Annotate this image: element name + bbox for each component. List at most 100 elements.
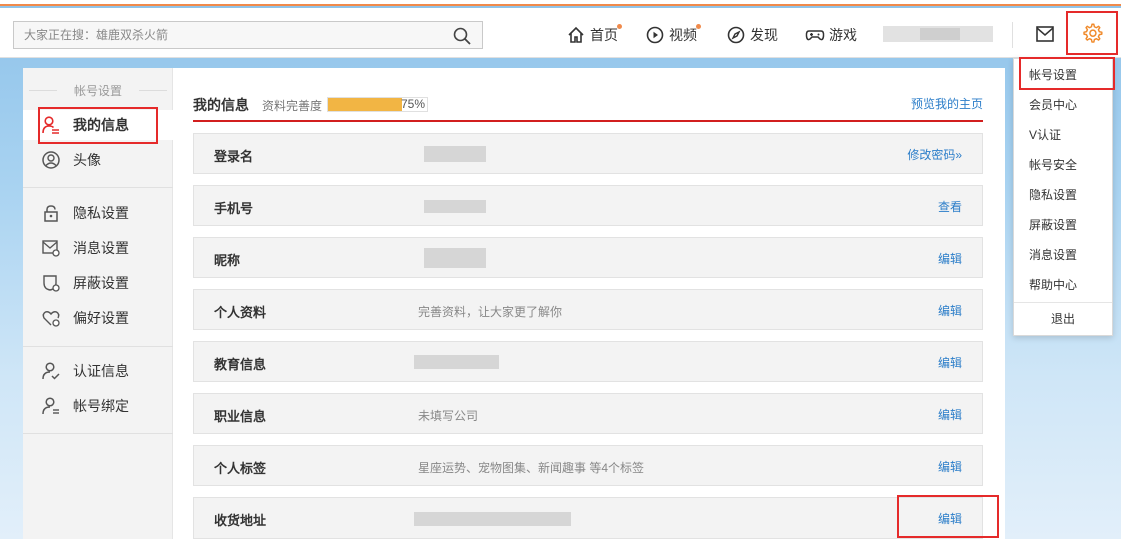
search-box[interactable] bbox=[13, 21, 483, 49]
sidebar-divider bbox=[23, 346, 173, 347]
info-row-nickname: 昵称 编辑 bbox=[193, 237, 983, 278]
content-header: 我的信息 资料完善度 75% 预览我的主页 bbox=[193, 84, 983, 122]
heart-settings-icon bbox=[42, 311, 60, 327]
sidebar-divider bbox=[23, 433, 173, 434]
sidebar-item-block-settings[interactable]: 屏蔽设置 bbox=[23, 268, 173, 298]
completeness-progress-bar: 75% bbox=[327, 97, 428, 112]
highlight-edit-address bbox=[897, 495, 999, 538]
info-row-label: 教育信息 bbox=[214, 357, 267, 372]
nav-video-label: 视频 bbox=[669, 27, 697, 43]
sidebar-item-label: 消息设置 bbox=[73, 240, 129, 256]
logout-button[interactable]: 退出 bbox=[1014, 304, 1112, 334]
info-row-label: 登录名 bbox=[214, 149, 254, 164]
sidebar-divider bbox=[23, 187, 173, 188]
info-row-value: 完善资料，让大家更了解你 bbox=[418, 305, 563, 319]
sidebar-item-label: 偏好设置 bbox=[73, 310, 129, 326]
completeness-value: 75% bbox=[400, 97, 425, 111]
menu-item-v-verification[interactable]: V认证 bbox=[1014, 120, 1112, 150]
top-accent-line bbox=[0, 0, 1121, 6]
sidebar-item-avatar[interactable]: 头像 bbox=[23, 145, 173, 175]
search-icon[interactable] bbox=[452, 26, 472, 46]
preview-homepage-link[interactable]: 预览我的主页 bbox=[911, 95, 983, 112]
sidebar-item-verification[interactable]: 认证信息 bbox=[23, 356, 173, 386]
blurred-value bbox=[424, 146, 486, 162]
edit-nickname-link[interactable]: 编辑 bbox=[938, 250, 962, 267]
blurred-value bbox=[424, 200, 486, 213]
info-row-label: 职业信息 bbox=[214, 409, 267, 424]
info-row-phone: 手机号 查看 bbox=[193, 185, 983, 226]
page-title: 我的信息 bbox=[193, 97, 249, 113]
nav-home-label: 首页 bbox=[590, 27, 618, 43]
info-row-label: 收货地址 bbox=[214, 513, 267, 528]
video-play-icon bbox=[646, 26, 664, 44]
menu-item-privacy[interactable]: 隐私设置 bbox=[1014, 180, 1112, 210]
info-row-occupation: 职业信息 未填写公司 编辑 bbox=[193, 393, 983, 434]
home-icon bbox=[568, 26, 584, 43]
view-phone-link[interactable]: 查看 bbox=[938, 198, 962, 215]
menu-item-block[interactable]: 屏蔽设置 bbox=[1014, 210, 1112, 240]
nav-games-label: 游戏 bbox=[829, 27, 857, 43]
avatar-icon bbox=[42, 151, 60, 169]
menu-item-account-security[interactable]: 帐号安全 bbox=[1014, 150, 1112, 180]
menu-divider bbox=[1014, 302, 1112, 303]
top-bar: 首页 视频 发现 游戏 bbox=[0, 8, 1121, 58]
blurred-value bbox=[414, 512, 571, 526]
sidebar-item-account-binding[interactable]: 帐号绑定 bbox=[23, 391, 173, 421]
highlight-my-info bbox=[38, 107, 158, 144]
settings-button[interactable] bbox=[1066, 11, 1118, 55]
menu-item-message[interactable]: 消息设置 bbox=[1014, 240, 1112, 270]
blurred-value bbox=[414, 355, 499, 369]
edit-tags-link[interactable]: 编辑 bbox=[938, 458, 962, 475]
block-settings-icon bbox=[43, 275, 60, 292]
nav-home[interactable]: 首页 bbox=[566, 23, 622, 47]
menu-item-help[interactable]: 帮助中心 bbox=[1014, 270, 1112, 300]
info-row-label: 手机号 bbox=[214, 201, 254, 216]
info-row-tags: 个人标签 星座运势、宠物图集、新闻趣事 等4个标签 编辑 bbox=[193, 445, 983, 486]
sidebar-item-label: 头像 bbox=[73, 152, 101, 168]
message-settings-icon bbox=[42, 240, 60, 257]
gear-icon bbox=[1083, 23, 1103, 43]
sidebar-item-message-settings[interactable]: 消息设置 bbox=[23, 233, 173, 263]
sidebar-item-preferences[interactable]: 偏好设置 bbox=[23, 303, 173, 333]
info-row-label: 个人资料 bbox=[214, 305, 267, 320]
blurred-value bbox=[424, 248, 486, 268]
info-row-education: 教育信息 编辑 bbox=[193, 341, 983, 382]
sidebar-item-label: 帐号绑定 bbox=[73, 398, 129, 414]
lock-icon bbox=[44, 205, 58, 222]
edit-education-link[interactable]: 编辑 bbox=[938, 354, 962, 371]
notification-dot bbox=[696, 24, 701, 29]
completeness-label: 资料完善度 bbox=[262, 99, 323, 113]
change-password-link[interactable]: 修改密码» bbox=[907, 146, 962, 163]
verified-user-icon bbox=[42, 362, 60, 380]
info-row-profile: 个人资料 完善资料，让大家更了解你 编辑 bbox=[193, 289, 983, 330]
compass-icon bbox=[727, 26, 745, 44]
topbar-divider bbox=[1012, 22, 1013, 48]
nav-games[interactable]: 游戏 bbox=[805, 23, 857, 47]
edit-profile-link[interactable]: 编辑 bbox=[938, 302, 962, 319]
account-link-icon bbox=[42, 397, 59, 415]
sidebar-item-label: 屏蔽设置 bbox=[73, 275, 129, 291]
nav-discover[interactable]: 发现 bbox=[726, 23, 778, 47]
search-input[interactable] bbox=[14, 22, 434, 48]
edit-occupation-link[interactable]: 编辑 bbox=[938, 406, 962, 423]
info-row-label: 昵称 bbox=[214, 253, 241, 268]
mail-icon[interactable] bbox=[1035, 25, 1055, 43]
nav-discover-label: 发现 bbox=[750, 27, 778, 43]
gamepad-icon bbox=[805, 30, 825, 41]
info-row-value: 未填写公司 bbox=[418, 409, 479, 423]
menu-item-membership[interactable]: 会员中心 bbox=[1014, 90, 1112, 120]
info-row-shipping-address: 收货地址 编辑 bbox=[193, 497, 983, 539]
completeness-progress-fill bbox=[328, 98, 403, 111]
settings-dropdown-menu: 帐号设置 会员中心 V认证 帐号安全 隐私设置 屏蔽设置 消息设置 帮助中心 退… bbox=[1013, 58, 1113, 336]
sidebar-section-title: 帐号设置 bbox=[23, 82, 173, 99]
nav-video[interactable]: 视频 bbox=[645, 23, 701, 47]
info-row-label: 个人标签 bbox=[214, 461, 267, 476]
info-row-value: 星座运势、宠物图集、新闻趣事 等4个标签 bbox=[418, 461, 645, 475]
sidebar-item-privacy[interactable]: 隐私设置 bbox=[23, 198, 173, 228]
sidebar-item-label: 认证信息 bbox=[73, 363, 129, 379]
sidebar-item-label: 隐私设置 bbox=[73, 205, 129, 221]
notification-dot bbox=[617, 24, 622, 29]
highlight-account-settings bbox=[1019, 57, 1115, 90]
info-row-login-name: 登录名 修改密码» bbox=[193, 133, 983, 174]
username-blurred-detail bbox=[920, 28, 960, 40]
